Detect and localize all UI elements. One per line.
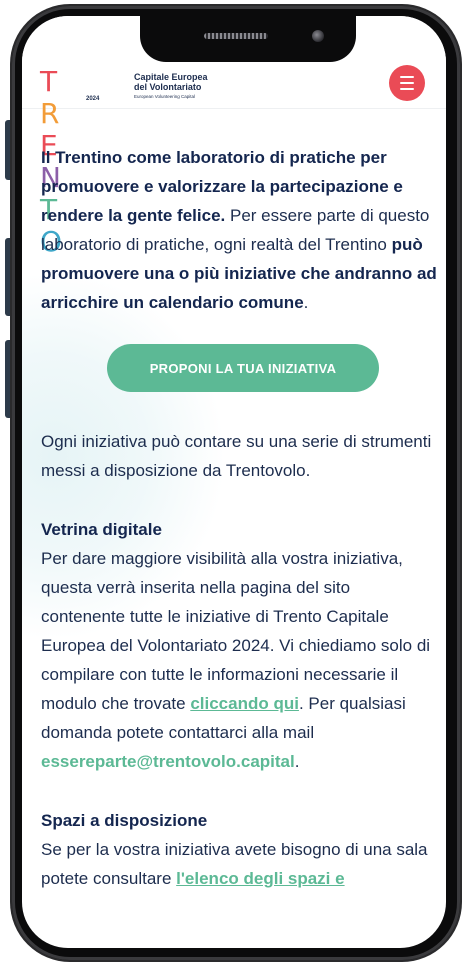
vetrina-paragraph: Per dare maggiore visibilità alla vostra…	[41, 544, 437, 776]
phone-side-button	[5, 120, 12, 180]
logo-line-3: European Volunteering Capital	[134, 94, 196, 99]
intro-end: .	[303, 293, 309, 312]
logo-year: 2024	[86, 96, 100, 102]
phone-notch	[140, 16, 356, 62]
phone-volume-up-button	[5, 238, 12, 316]
phone-volume-down-button	[5, 340, 12, 418]
front-camera	[312, 30, 324, 42]
cta-container: PROPONI LA TUA INIZIATIVA	[41, 317, 437, 427]
vetrina-text: Per dare maggiore visibilità alla vostra…	[41, 549, 431, 713]
logo-tagline: Capitale Europea del Volontariato Europe…	[134, 72, 244, 101]
vetrina-title: Vetrina digitale	[41, 520, 162, 539]
logo-letter: T	[40, 65, 58, 98]
speaker-grille	[204, 33, 268, 39]
logo-letter: R	[40, 97, 60, 130]
spazi-title: Spazi a disposizione	[41, 811, 208, 830]
tools-paragraph: Ogni iniziativa può contare su una serie…	[41, 432, 432, 480]
page: TRENTO 2024 Capitale Europea del Volonta…	[0, 0, 465, 964]
spazi-list-link[interactable]: l'elenco degli spazi e	[176, 869, 344, 888]
intro-paragraph: Il Trentino come laboratorio di pratiche…	[41, 143, 437, 317]
main-content: Il Trentino come laboratorio di pratiche…	[41, 143, 437, 893]
phone-screen: TRENTO 2024 Capitale Europea del Volonta…	[22, 16, 446, 948]
spazi-paragraph: Se per la vostra iniziativa avete bisogn…	[41, 835, 437, 893]
email-link[interactable]: essereparte@trentovolo.capital	[41, 752, 295, 771]
logo-line-1: Capitale Europea	[134, 72, 208, 82]
vetrina-text-3: .	[294, 752, 300, 771]
hamburger-icon	[400, 82, 414, 84]
hamburger-icon	[400, 88, 414, 90]
menu-button[interactable]	[389, 65, 425, 101]
propose-initiative-button[interactable]: PROPONI LA TUA INIZIATIVA	[107, 344, 379, 392]
hamburger-icon	[400, 76, 414, 78]
logo-line-2: del Volontariato	[134, 82, 202, 92]
cliccando-qui-link[interactable]: cliccando qui	[190, 694, 299, 713]
